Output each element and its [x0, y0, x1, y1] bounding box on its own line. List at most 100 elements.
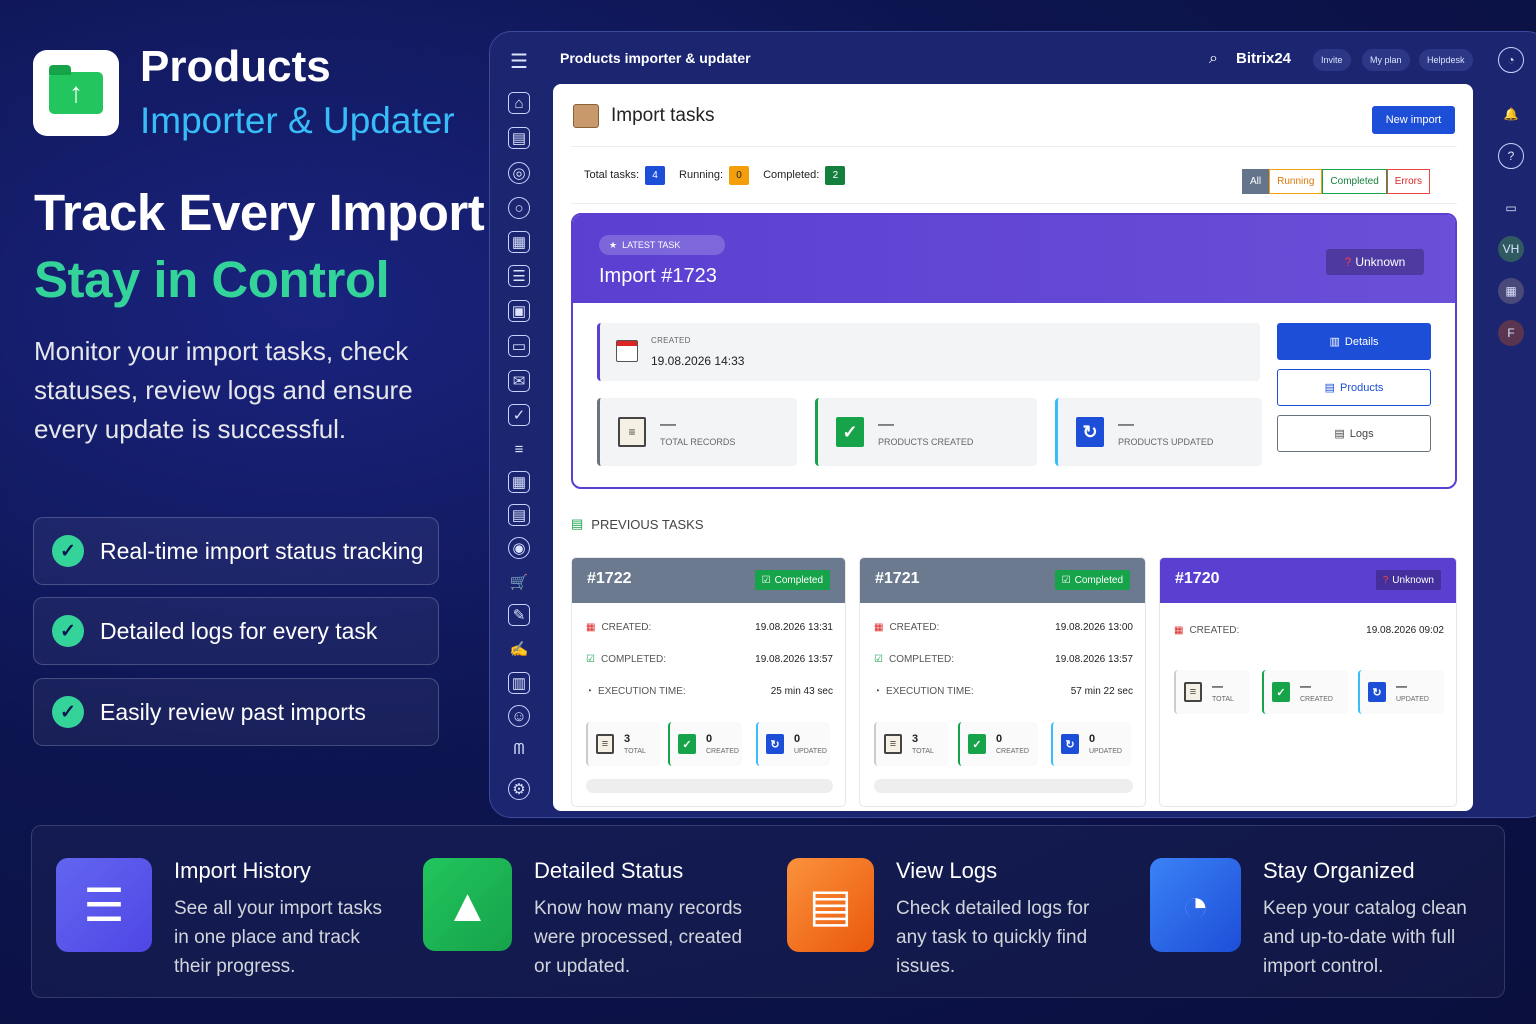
completed-badge: 2: [825, 165, 846, 185]
filter-all[interactable]: All: [1242, 169, 1270, 194]
check-icon: ☑: [761, 574, 771, 586]
app-window: ☰ ⌂ ▤ ◎ ○ ▦ ☰ ▣ ▭ ✉ ✓ ≡ ▦ ▤ ◉ 🛒 ✎ ✍ ▥ ☺ …: [489, 31, 1536, 818]
robot-icon[interactable]: ☺: [508, 705, 530, 727]
refresh-icon: ↻: [1368, 682, 1386, 702]
checkbox-icon[interactable]: ✓: [508, 404, 530, 426]
feature-view-logs: ▤ View Logs Check detailed logs for any t…: [787, 858, 1096, 981]
app-logo: ↑: [33, 50, 119, 136]
details-button[interactable]: ▥ Details: [1277, 323, 1431, 360]
clipboard-icon: ▤: [1334, 428, 1345, 440]
check-icon: ✓: [52, 535, 84, 567]
feature-item: ✓ Real-time import status tracking: [33, 517, 439, 585]
bell-icon[interactable]: 🔔: [1498, 101, 1524, 127]
status-badge: ? Unknown: [1375, 570, 1441, 590]
apps-icon[interactable]: ᗰ: [508, 738, 530, 760]
question-icon: ?: [1382, 574, 1389, 586]
progress-bar: [874, 779, 1133, 793]
folder-upload-icon: ↑: [49, 65, 103, 114]
chart-icon: ▥: [1329, 336, 1340, 348]
brand-subtitle: Importer & Updater: [140, 100, 455, 141]
clock-icon: ◔: [586, 686, 593, 697]
presentation-icon[interactable]: ▣: [508, 300, 530, 322]
check-icon: ✓: [678, 734, 696, 754]
check-icon: ✓: [836, 417, 864, 447]
status-badge: ☑ Completed: [1054, 570, 1130, 590]
check-icon: ☑: [586, 654, 595, 665]
status-badge: ? Unknown: [1326, 249, 1424, 275]
page-title: Import tasks: [573, 104, 714, 128]
hero-line2: Stay in Control: [34, 251, 390, 308]
products-button[interactable]: ▤ Products: [1277, 369, 1431, 406]
filter-errors[interactable]: Errors: [1386, 169, 1430, 194]
progress-bar: [586, 779, 833, 793]
tag-icon[interactable]: ◉: [508, 537, 530, 559]
menu-icon[interactable]: ☰: [508, 50, 530, 73]
latest-task-card: ★ LATEST TASK Import #1723 ? Unknown CREAT…: [571, 213, 1457, 489]
left-sidebar: ☰ ⌂ ▤ ◎ ○ ▦ ☰ ▣ ▭ ✉ ✓ ≡ ▦ ▤ ◉ 🛒 ✎ ✍ ▥ ☺ …: [490, 32, 550, 817]
task-card[interactable]: #1720? Unknown ▦ CREATED: 19.08.2026 09:02 …: [1159, 557, 1457, 807]
right-sidebar: ◔ 🔔 ? ▭ VH ▦ F: [1490, 32, 1536, 817]
archive-icon[interactable]: ▤: [508, 504, 530, 526]
invite-button[interactable]: Invite: [1313, 49, 1351, 71]
books-icon: ▤: [571, 516, 584, 531]
clock-refresh-icon: ◔: [1150, 858, 1241, 952]
chart-icon[interactable]: ▥: [508, 672, 530, 694]
inbox-icon[interactable]: ▭: [1498, 195, 1524, 221]
clock-icon[interactable]: ◔: [1498, 47, 1524, 73]
tasks-icon[interactable]: ☰: [508, 265, 530, 287]
calendar-icon: ▦: [1174, 625, 1184, 636]
calendar-icon: [616, 340, 638, 362]
avatar[interactable]: F: [1498, 320, 1524, 346]
topbar-title: Products importer & updater: [560, 50, 751, 66]
star-icon: ★: [609, 239, 618, 250]
helpdesk-button[interactable]: Helpdesk: [1419, 49, 1473, 71]
clipboard-icon: ≡: [1184, 682, 1202, 702]
calendar-icon: ▦: [586, 622, 596, 633]
my-plan-button[interactable]: My plan: [1362, 49, 1410, 71]
chat-icon[interactable]: ○: [508, 197, 530, 219]
inbox-icon[interactable]: ▭: [508, 335, 530, 357]
clipboard-icon: ≡: [618, 417, 646, 447]
bottom-features: ☰ Import History See all your import task…: [31, 825, 1505, 998]
total-badge: 4: [645, 165, 666, 185]
status-badge: ☑ Completed: [754, 570, 830, 590]
hero-line1: Track Every Import: [34, 184, 485, 241]
avatar[interactable]: VH: [1498, 236, 1524, 262]
check-icon: ✓: [968, 734, 986, 754]
refresh-icon: ↻: [1061, 734, 1079, 754]
previous-tasks-title: ▤ PREVIOUS TASKS: [571, 516, 704, 532]
doc-edit-icon[interactable]: ✎: [508, 604, 530, 626]
check-icon: ✓: [52, 615, 84, 647]
chart-growth-icon: ▲: [423, 858, 512, 951]
latest-task-name: Import #1723: [599, 265, 717, 287]
support-icon[interactable]: ?: [1498, 143, 1524, 169]
mail-icon[interactable]: ✉: [508, 370, 530, 392]
filter-running[interactable]: Running: [1269, 169, 1323, 194]
box-icon: [573, 104, 599, 128]
document-icon: ▤: [787, 858, 874, 952]
cart-icon[interactable]: 🛒: [508, 571, 530, 593]
calendar-icon[interactable]: ▦: [508, 231, 530, 253]
latest-tag: ★ LATEST TASK: [599, 235, 725, 255]
calendar-icon: ▦: [874, 622, 884, 633]
document-icon[interactable]: ▤: [508, 127, 530, 149]
task-card[interactable]: #1722 ☑ Completed ▦ CREATED: 19.08.2026 13:3…: [571, 557, 846, 807]
products-updated-tile: ↻ — PRODUCTS UPDATED: [1055, 398, 1262, 466]
settings-icon[interactable]: ⚙: [508, 778, 530, 800]
task-card[interactable]: #1721 ☑ Completed ▦ CREATED: 19.08.2026 13:0…: [859, 557, 1146, 807]
running-badge: 0: [729, 165, 750, 185]
hero-description: Monitor your import tasks, check statuse…: [34, 336, 413, 444]
feature-stay-organized: ◔ Stay Organized Keep your catalog clean …: [1150, 858, 1478, 981]
target-icon[interactable]: ◎: [508, 162, 530, 184]
list-check-icon: ☰: [56, 858, 152, 952]
cart-filter-icon[interactable]: ≡: [508, 438, 530, 460]
home-icon[interactable]: ⌂: [508, 92, 530, 114]
sign-icon[interactable]: ✍: [508, 638, 530, 660]
logs-button[interactable]: ▤ Logs: [1277, 415, 1431, 452]
grid-icon[interactable]: ▦: [1498, 278, 1524, 304]
refresh-icon: ↻: [766, 734, 784, 754]
schedule-icon[interactable]: ▦: [508, 471, 530, 493]
search-icon[interactable]: ⌕: [1209, 50, 1218, 68]
filter-completed[interactable]: Completed: [1322, 169, 1387, 194]
new-import-button[interactable]: New import: [1372, 106, 1455, 134]
